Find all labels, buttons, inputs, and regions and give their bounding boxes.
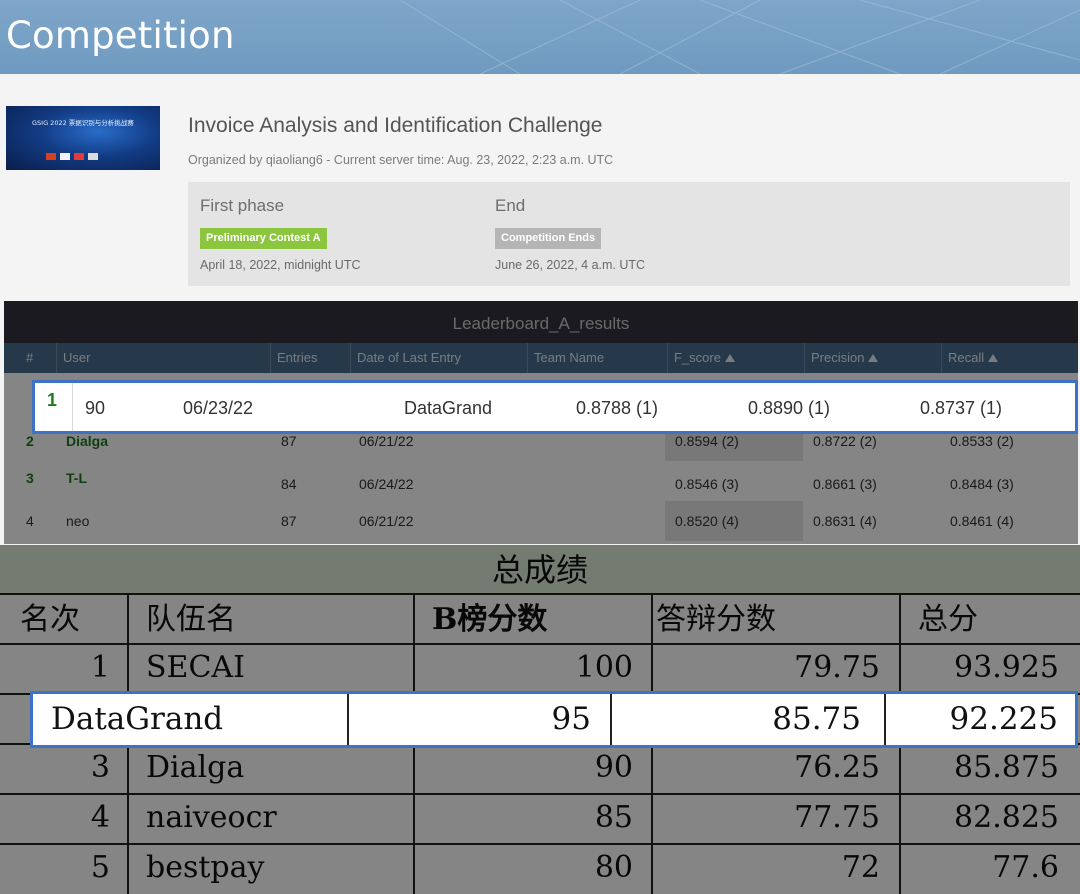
hl-fscore: 0.8788 (1) [576, 398, 659, 418]
competition-subtitle: Organized by qiaoliang6 - Current server… [188, 153, 614, 167]
cell-divider [347, 694, 349, 745]
hl-recall: 0.8737 (1) [920, 398, 1003, 418]
highlight-final-row: DataGrand 95 85.75 92.225 [30, 691, 1078, 748]
sponsor-icon [60, 153, 70, 160]
sponsor-icon [88, 153, 98, 160]
logo-text: GSIG 2022 票据识别与分析挑战赛 [32, 119, 134, 127]
hl-total: 92.225 [949, 701, 1058, 737]
hl-b-score: 95 [551, 701, 591, 737]
hl-date: 06/23/22 [183, 398, 254, 418]
sponsor-icon [46, 153, 56, 160]
phase-name: End [495, 196, 526, 215]
phase-badge: Competition Ends [495, 228, 602, 249]
phase-date: June 26, 2022, 4 a.m. UTC [495, 258, 646, 272]
hl-precision: 0.8890 (1) [748, 398, 831, 418]
logo-sponsor-icons [46, 153, 98, 160]
competition-logo: GSIG 2022 票据识别与分析挑战赛 [6, 106, 160, 170]
phase-name: First phase [200, 196, 285, 215]
phase-date: April 18, 2022, midnight UTC [200, 258, 361, 272]
hl-team: DataGrand [51, 701, 224, 737]
cell-divider [610, 694, 612, 745]
cell-divider [884, 694, 886, 745]
hl-rank: 1 [47, 390, 58, 410]
hl-team: DataGrand [404, 398, 493, 418]
cell-divider [72, 383, 73, 431]
phase-panel: First phase Preliminary Contest A April … [188, 182, 1070, 286]
highlight-leaderboard-row: 1 90 06/23/22 DataGrand 0.8788 (1) 0.889… [32, 380, 1078, 434]
sponsor-icon [74, 153, 84, 160]
page-banner: Competition [0, 0, 1080, 74]
phase-badge: Preliminary Contest A [200, 228, 327, 249]
banner-title: Competition [6, 14, 235, 57]
hl-defense-score: 85.75 [772, 701, 861, 737]
hl-entries: 90 [85, 398, 106, 418]
competition-title: Invoice Analysis and Identification Chal… [188, 114, 603, 137]
